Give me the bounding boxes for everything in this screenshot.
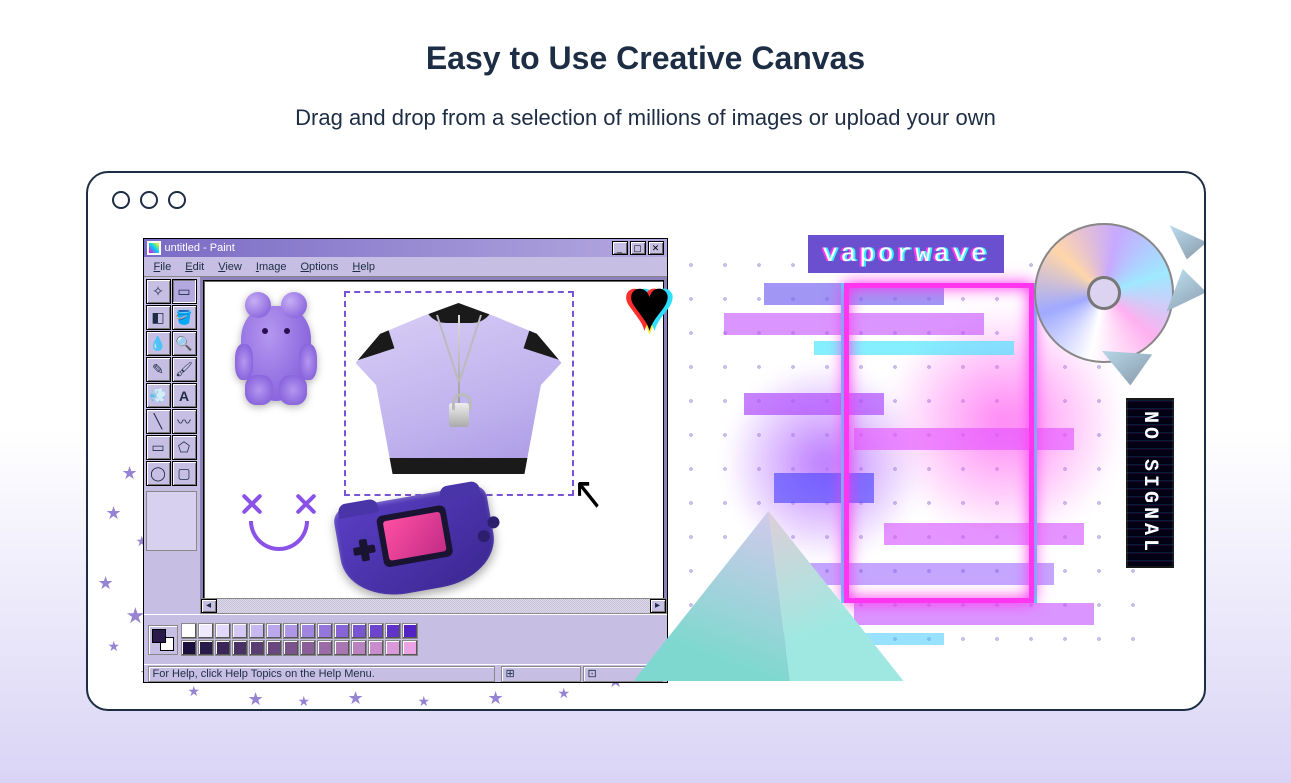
- star-icon: ★: [106, 503, 122, 524]
- traffic-light-dot[interactable]: [140, 191, 158, 209]
- palette-swatch[interactable]: [385, 640, 401, 656]
- star-icon: ★: [348, 688, 364, 709]
- palette-swatch[interactable]: [181, 640, 197, 656]
- star-icon: ★: [98, 573, 114, 594]
- tool-brush[interactable]: 🖌: [172, 357, 197, 382]
- scroll-left-button[interactable]: ◂: [201, 599, 217, 613]
- pyramid-sticker[interactable]: [634, 511, 904, 681]
- palette-swatch[interactable]: [283, 640, 299, 656]
- tool-eyedropper[interactable]: 💧: [146, 331, 171, 356]
- palette-swatch[interactable]: [402, 640, 418, 656]
- palette-swatch[interactable]: [368, 640, 384, 656]
- star-icon: ★: [122, 463, 138, 484]
- palette-swatch[interactable]: [317, 623, 333, 639]
- tshirt-sticker[interactable]: [356, 303, 562, 474]
- menu-options[interactable]: Options: [294, 259, 344, 275]
- tool-curve[interactable]: 〰: [172, 409, 197, 434]
- minimize-button[interactable]: _: [612, 241, 628, 255]
- star-icon: ★: [558, 685, 571, 702]
- palette-swatch[interactable]: [249, 623, 265, 639]
- menu-file[interactable]: File: [148, 259, 178, 275]
- smiley-doodle-sticker[interactable]: [239, 491, 319, 551]
- window-controls: [112, 191, 186, 209]
- menu-edit[interactable]: Edit: [179, 259, 210, 275]
- creative-canvas-frame: ★ ★ ★ ★ ★ ★ ★ ★ ★ ★ ★ ★ ★ ★ ★ untitled -…: [86, 171, 1206, 711]
- tool-text[interactable]: A: [172, 383, 197, 408]
- star-icon: ★: [488, 688, 504, 709]
- palette-swatch[interactable]: [215, 640, 231, 656]
- tool-airbrush[interactable]: 💨: [146, 383, 171, 408]
- tool-rectangle[interactable]: ▭: [146, 435, 171, 460]
- star-icon: ★: [418, 693, 431, 710]
- tool-fill[interactable]: 🪣: [172, 305, 197, 330]
- close-button[interactable]: ✕: [648, 241, 664, 255]
- traffic-light-dot[interactable]: [112, 191, 130, 209]
- toolbox: ✧ ▭ ◧ 🪣 💧 🔍 ✎ 🖌 💨 A ╲ 〰 ▭ ⬠ ◯ ▢: [144, 277, 200, 614]
- mspaint-window-sticker[interactable]: untitled - Paint _ ▢ ✕ File Edit View Im…: [143, 238, 668, 683]
- palette-swatch[interactable]: [334, 640, 350, 656]
- maximize-button[interactable]: ▢: [630, 241, 646, 255]
- tool-polygon[interactable]: ⬠: [172, 435, 197, 460]
- palette-swatch[interactable]: [181, 623, 197, 639]
- statusbar: For Help, click Help Topics on the Help …: [144, 664, 667, 682]
- palette-swatch[interactable]: [351, 623, 367, 639]
- palette-swatch[interactable]: [266, 623, 282, 639]
- palette-swatch[interactable]: [385, 623, 401, 639]
- palette-swatch[interactable]: [300, 623, 316, 639]
- palette-swatch[interactable]: [232, 640, 248, 656]
- palette-swatch[interactable]: [300, 640, 316, 656]
- tool-ellipse[interactable]: ◯: [146, 461, 171, 486]
- no-signal-sticker[interactable]: NO SIGNAL: [1126, 398, 1174, 568]
- palette-swatch[interactable]: [249, 640, 265, 656]
- glitch-heart-sticker[interactable]: ♥: [628, 268, 672, 342]
- palette-swatch[interactable]: [402, 623, 418, 639]
- palette-swatch[interactable]: [266, 640, 282, 656]
- status-coords: ⊞: [501, 666, 581, 682]
- menu-image[interactable]: Image: [250, 259, 293, 275]
- gummy-bear-sticker[interactable]: [241, 306, 311, 401]
- star-icon: ★: [188, 683, 201, 700]
- gameboy-sticker[interactable]: [331, 483, 500, 603]
- tool-rounded-rect[interactable]: ▢: [172, 461, 197, 486]
- titlebar[interactable]: untitled - Paint _ ▢ ✕: [144, 239, 667, 257]
- palette-swatch[interactable]: [283, 623, 299, 639]
- palette-swatch[interactable]: [334, 623, 350, 639]
- palette-swatch[interactable]: [317, 640, 333, 656]
- palette-swatch[interactable]: [368, 623, 384, 639]
- tool-line[interactable]: ╲: [146, 409, 171, 434]
- color-palette: [144, 614, 667, 664]
- star-icon: ★: [108, 638, 121, 655]
- menu-help[interactable]: Help: [346, 259, 381, 275]
- tool-rect-select[interactable]: ▭: [172, 279, 197, 304]
- star-icon: ★: [298, 693, 311, 710]
- paint-app-icon: [147, 241, 161, 255]
- window-title: untitled - Paint: [165, 242, 612, 254]
- palette-swatch[interactable]: [351, 640, 367, 656]
- tool-eraser[interactable]: ◧: [146, 305, 171, 330]
- star-icon: ★: [248, 689, 264, 710]
- selection-marquee[interactable]: [344, 291, 574, 496]
- current-colors[interactable]: [148, 625, 178, 655]
- palette-swatch[interactable]: [215, 623, 231, 639]
- palette-swatch[interactable]: [198, 640, 214, 656]
- cursor-icon: ↖: [572, 466, 603, 520]
- page-title: Easy to Use Creative Canvas: [20, 40, 1271, 77]
- horizontal-scrollbar[interactable]: ◂ ▸: [200, 598, 667, 614]
- tool-free-select[interactable]: ✧: [146, 279, 171, 304]
- tool-options: [146, 491, 197, 551]
- menubar: File Edit View Image Options Help: [144, 257, 667, 277]
- menu-view[interactable]: View: [212, 259, 248, 275]
- tool-zoom[interactable]: 🔍: [172, 331, 197, 356]
- palette-swatch[interactable]: [232, 623, 248, 639]
- status-text: For Help, click Help Topics on the Help …: [148, 666, 495, 682]
- page-subtitle: Drag and drop from a selection of millio…: [20, 105, 1271, 131]
- palette-swatch[interactable]: [198, 623, 214, 639]
- vaporwave-label-sticker[interactable]: vaporwave: [808, 235, 1003, 273]
- paint-canvas[interactable]: ↖: [203, 280, 664, 611]
- tool-pencil[interactable]: ✎: [146, 357, 171, 382]
- traffic-light-dot[interactable]: [168, 191, 186, 209]
